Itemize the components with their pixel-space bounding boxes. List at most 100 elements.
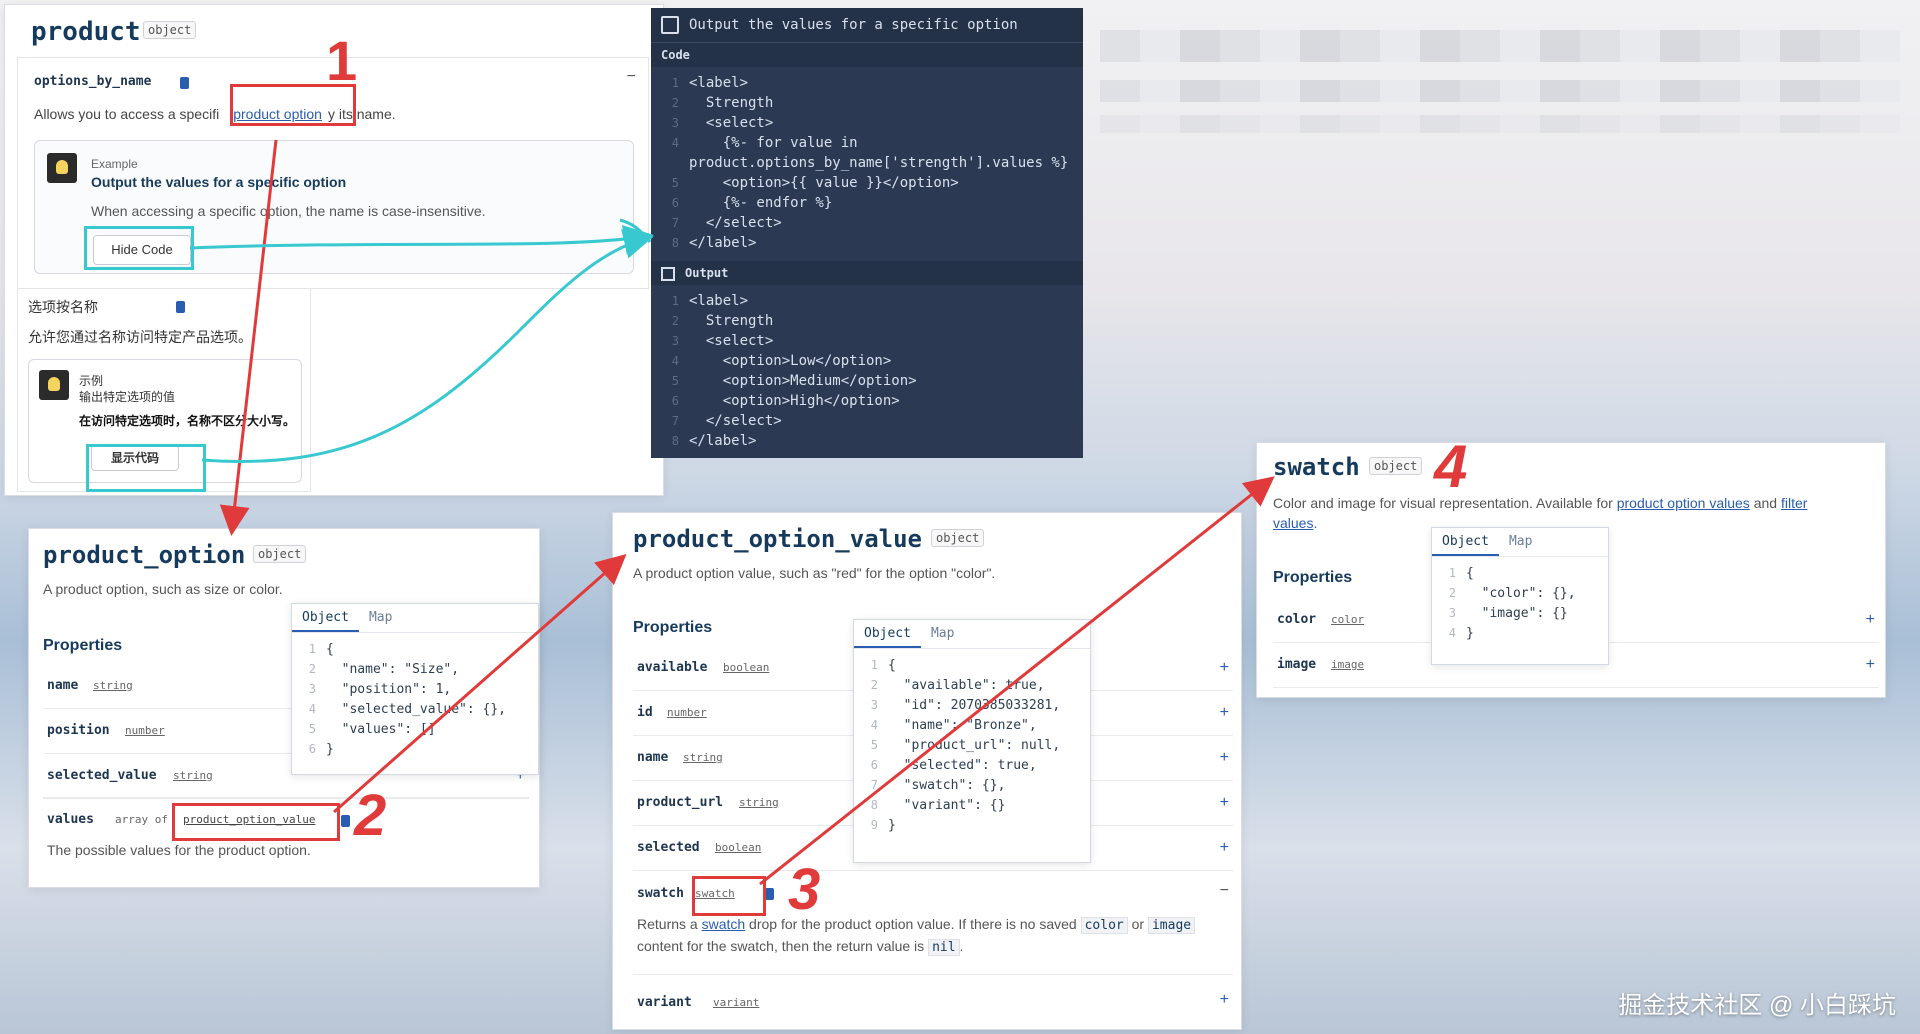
property-type-link[interactable]: number [667, 706, 707, 719]
code-block: 1 <label> 2 Strength 3 <select> 4 {%- for va… [651, 67, 1083, 257]
property-name: product_url [637, 795, 724, 810]
expand-icon[interactable]: + [1220, 749, 1229, 767]
tab-map[interactable]: Map [359, 604, 402, 630]
code-line: product.options_by_name['strength'].valu… [651, 153, 1083, 173]
clipboard-icon[interactable] [341, 815, 350, 827]
code-line: 4 {%- for value in [651, 133, 1083, 153]
product-option-values-link[interactable]: product option values [1617, 495, 1750, 511]
line-text: { [326, 642, 334, 657]
watermark: 掘金技术社区 @ 小白踩坑 [1618, 992, 1896, 1019]
line-number: 5 [870, 738, 878, 752]
expand-icon[interactable]: + [1220, 794, 1229, 812]
property-type-link[interactable]: string [683, 751, 723, 764]
properties-heading: Properties [43, 637, 123, 654]
line-number: 6 [870, 758, 878, 772]
line-text: {%- endfor %} [689, 195, 833, 211]
line-text: <option>Low</option> [689, 353, 892, 369]
property-type-link[interactable]: color [1331, 613, 1364, 626]
line-text: Strength [689, 95, 774, 111]
code-line: 2 "name": "Size", [298, 659, 538, 679]
clipboard-icon[interactable] [180, 77, 189, 89]
json-tabs: Object Map [854, 620, 1090, 649]
filter-values-link-cont[interactable]: values [1273, 515, 1313, 531]
variant-prop[interactable]: variant variant + [633, 977, 1233, 1021]
code-line: 5 <option>{{ value }}</option> [651, 173, 1083, 193]
clipboard-icon[interactable] [765, 888, 774, 900]
property-type-link[interactable]: string [739, 796, 779, 809]
line-text: <select> [689, 115, 774, 131]
line-text: "image": {} [1466, 606, 1568, 621]
code-line: 2 Strength [651, 93, 1083, 113]
example-title: Output the values for a specific option [91, 174, 347, 190]
expand-icon[interactable]: + [1866, 656, 1875, 674]
line-text: <option>{{ value }}</option> [689, 175, 959, 191]
product-option-title: product_option [43, 541, 246, 569]
annotation-box-swatch-type [692, 876, 766, 916]
line-number: 6 [671, 394, 679, 408]
line-number: 2 [308, 662, 316, 676]
swatch-panel: swatch object Color and image for visual… [1256, 442, 1886, 698]
expand-icon[interactable]: + [1220, 704, 1229, 722]
output-icon [661, 266, 675, 281]
tab-object[interactable]: Object [854, 620, 921, 648]
swatch-desc-link[interactable]: swatch [702, 916, 746, 932]
code-line: 1 <label> [651, 291, 1083, 311]
line-number: 3 [1448, 606, 1456, 620]
line-number: 2 [870, 678, 878, 692]
product-option-value-title: product_option_value [633, 525, 922, 553]
property-type-link[interactable]: string [173, 769, 213, 782]
line-number: 5 [308, 722, 316, 736]
expand-icon[interactable]: + [1220, 991, 1229, 1009]
swatch-title: swatch [1273, 453, 1360, 481]
line-text: "available": true, [888, 678, 1045, 693]
expand-icon[interactable]: + [1220, 839, 1229, 857]
line-text: </label> [689, 235, 757, 251]
property-type-link[interactable]: number [125, 724, 165, 737]
tab-object[interactable]: Object [1432, 528, 1499, 556]
expand-icon[interactable]: + [1866, 611, 1875, 629]
tab-object[interactable]: Object [292, 604, 359, 632]
values-prop-desc: The possible values for the product opti… [47, 842, 311, 858]
line-text: "product_url": null, [888, 738, 1061, 753]
clipboard-icon[interactable] [176, 301, 185, 313]
code-line: 8 </label> [651, 431, 1083, 451]
collapse-icon[interactable]: − [1220, 882, 1229, 900]
line-number: 4 [1448, 626, 1456, 640]
line-text: <option>High</option> [689, 393, 900, 409]
example-desc: When accessing a specific option, the na… [91, 203, 486, 219]
line-text: product.options_by_name['strength'].valu… [689, 155, 1069, 171]
line-number: 1 [308, 642, 316, 656]
property-type-link[interactable]: string [93, 679, 133, 692]
line-number: 8 [870, 798, 878, 812]
tab-map[interactable]: Map [1499, 528, 1542, 554]
code-line: 5 <option>Medium</option> [651, 371, 1083, 391]
property-name: id [637, 705, 653, 720]
expand-icon[interactable]: + [1220, 659, 1229, 677]
code-color: color [1080, 917, 1128, 934]
line-number: 1 [1448, 566, 1456, 580]
object-badge: object [931, 529, 985, 547]
line-number: 7 [870, 778, 878, 792]
property-type-link[interactable]: boolean [723, 661, 769, 674]
property-name: position [47, 723, 110, 738]
filter-values-link[interactable]: filter [1781, 495, 1807, 511]
line-text: { [888, 658, 896, 673]
code-panel-header: Output the values for a specific option [651, 8, 1083, 42]
code-line: 1{ [298, 639, 538, 659]
json-code: 1{2 "available": true, 3 "id": 2070385033… [854, 649, 1090, 835]
product-option-desc: A product option, such as size or color. [43, 581, 283, 597]
line-number: 1 [671, 76, 679, 90]
property-type-link[interactable]: image [1331, 658, 1364, 671]
annotation-number-2: 2 [354, 783, 387, 848]
line-number: 2 [1448, 586, 1456, 600]
variant-type-link[interactable]: variant [713, 996, 759, 1009]
line-text: </select> [689, 215, 782, 231]
tab-map[interactable]: Map [921, 620, 964, 646]
code-doc-icon [661, 16, 679, 34]
collapse-icon[interactable]: − [627, 68, 636, 86]
code-line: 4 <option>Low</option> [651, 351, 1083, 371]
property-type-link[interactable]: boolean [715, 841, 761, 854]
line-text: <label> [689, 293, 749, 309]
code-nil: nil [928, 939, 960, 956]
example-kicker: Example [91, 157, 138, 171]
